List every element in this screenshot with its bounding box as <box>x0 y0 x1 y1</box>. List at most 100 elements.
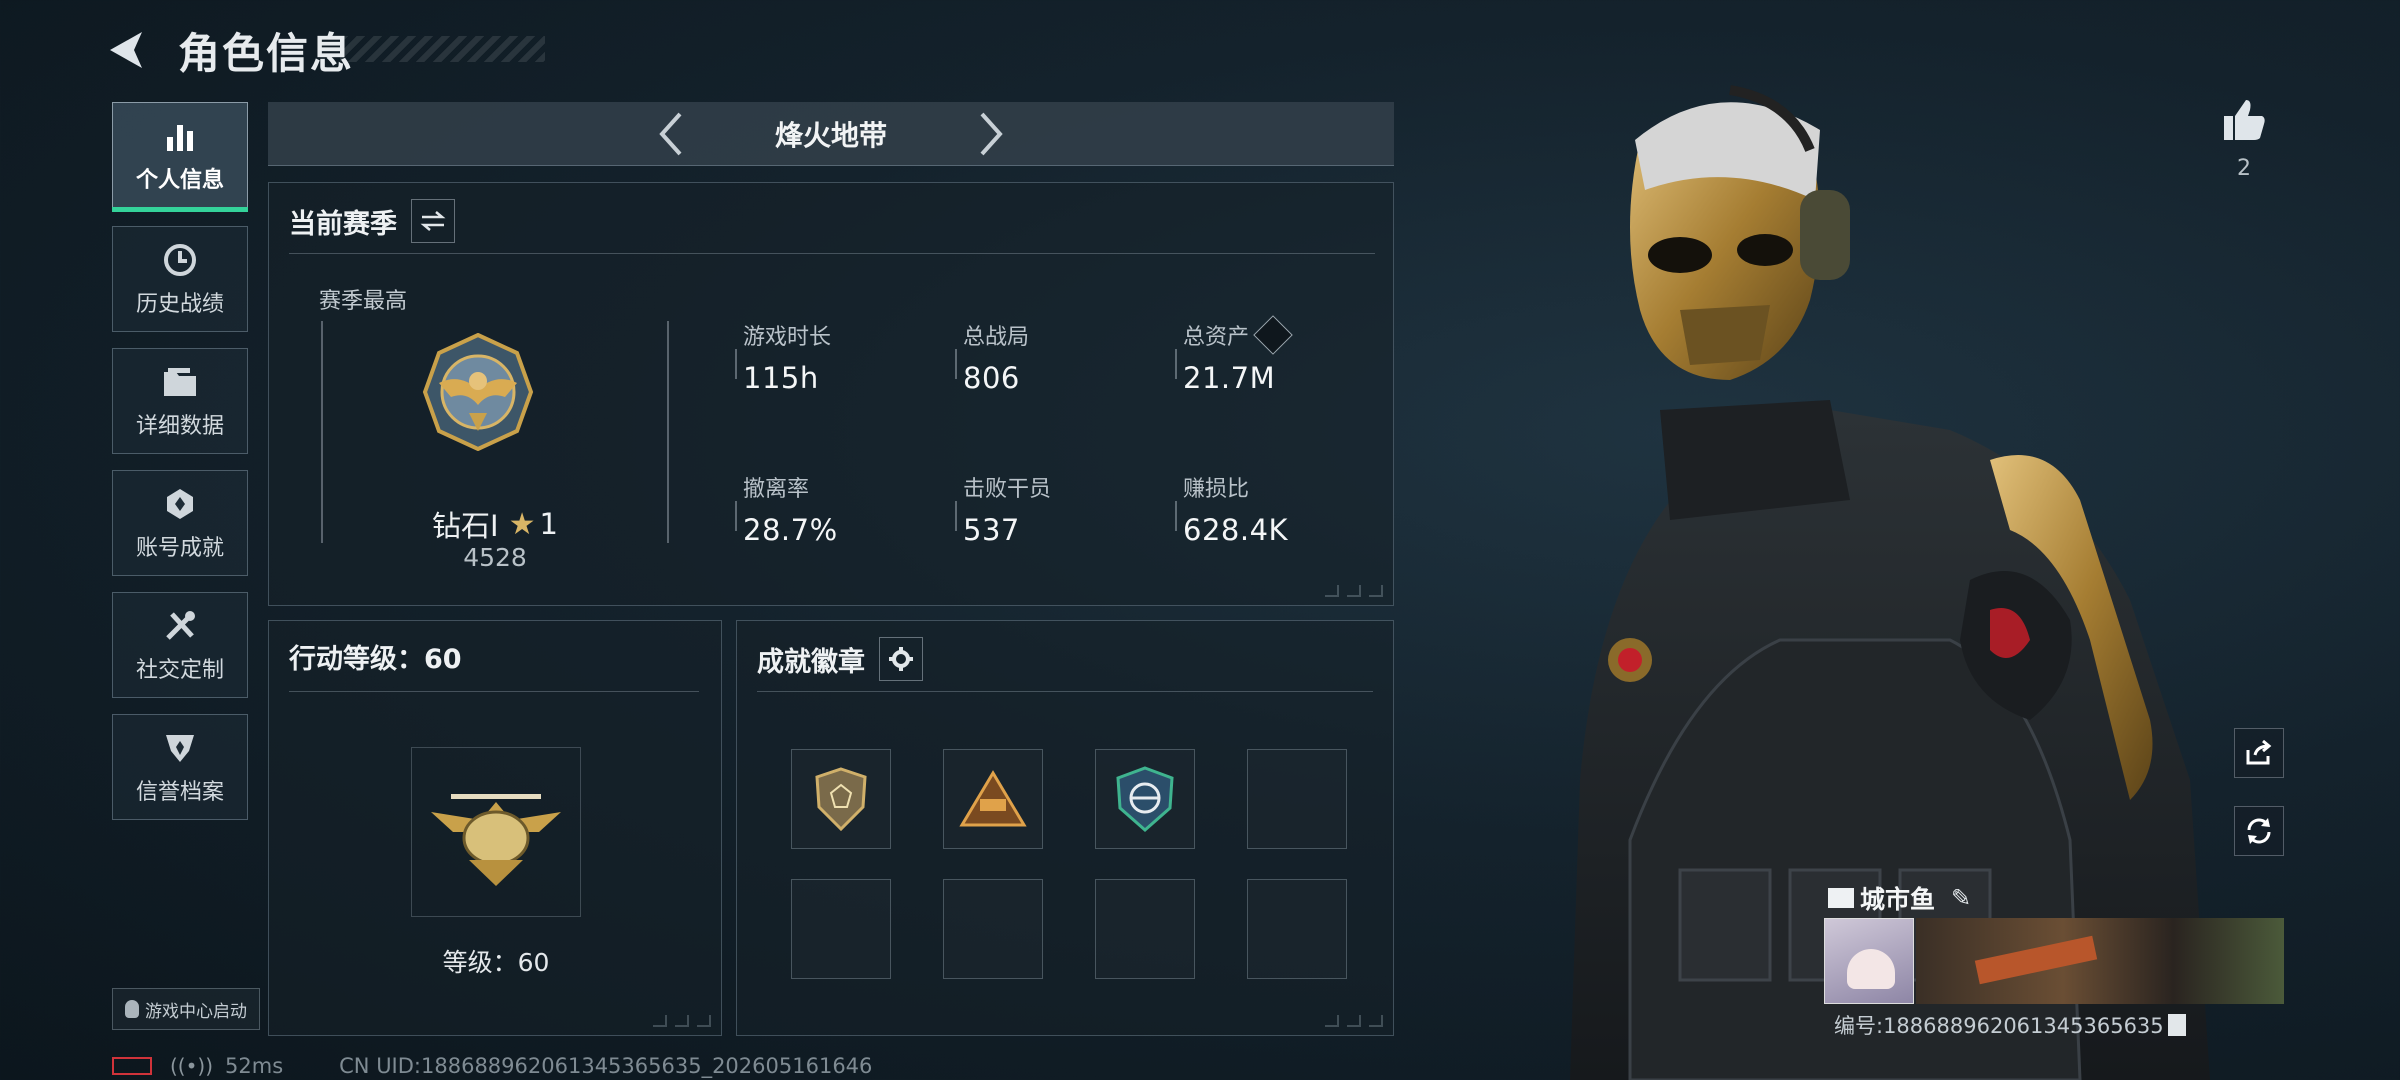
sidebar-item-label: 个人信息 <box>135 168 224 193</box>
stat-value: 28.7% <box>743 513 838 547</box>
badge-slot-empty[interactable] <box>1247 749 1347 849</box>
bar-chart-icon <box>160 116 200 156</box>
page-title: 角色信息 <box>178 28 355 78</box>
uid-text: CN UID:18868896206134536563​5_2026051616… <box>339 1054 873 1078</box>
action-level-panel: 行动等级：60 等级：60 <box>268 620 722 1036</box>
player-banner[interactable] <box>1916 918 2284 1004</box>
avatar-face <box>1847 949 1895 989</box>
badge-slot[interactable] <box>1095 749 1195 849</box>
action-level-title: 行动等级：60 <box>289 644 462 675</box>
rank-emblem-icon <box>419 332 537 455</box>
stat-value: 628.4K <box>1183 513 1289 547</box>
stat-total-matches: 总战局 806 <box>955 319 1163 395</box>
triangle-badge-icon <box>959 770 1027 827</box>
like-button[interactable]: 2 <box>2212 96 2276 181</box>
profile-name-row: 城市鱼 ✎ <box>1828 880 1971 916</box>
qq-icon <box>125 1000 139 1018</box>
back-button[interactable] <box>100 24 152 76</box>
wing-badge-icon <box>1116 766 1174 832</box>
badge-slot-empty[interactable] <box>1247 879 1347 979</box>
sidebar-item-label: 信誉档案 <box>135 780 224 805</box>
chevron-left-icon <box>659 112 682 155</box>
sidebar-item-label: 历史战绩 <box>135 292 224 317</box>
helicopter-emblem-icon <box>431 794 561 886</box>
player-id-row: 编号:18868896206134536563​5 <box>1834 1010 2186 1040</box>
corner-decoration <box>653 1015 711 1027</box>
sidebar-item-social[interactable]: 社交定制 <box>112 592 248 698</box>
stat-label: 击败干员 <box>963 477 1052 502</box>
stat-label: 游戏时长 <box>743 325 832 350</box>
battery-icon <box>112 1057 152 1075</box>
refresh-button[interactable] <box>2234 806 2284 856</box>
help-button[interactable]: ? <box>1253 315 1293 355</box>
history-icon <box>160 240 200 280</box>
achievement-icon <box>160 484 200 524</box>
season-title: 当前赛季 <box>289 208 397 240</box>
badge-slot-empty[interactable] <box>791 879 891 979</box>
thumbs-up-icon <box>2224 100 2265 140</box>
launch-label: 游戏中心启动 <box>145 1001 247 1022</box>
stat-value: 21.7M <box>1183 361 1276 395</box>
sidebar-item-history[interactable]: 历史战绩 <box>112 226 248 332</box>
badge-slot-empty[interactable] <box>1095 879 1195 979</box>
sidebar-item-reputation[interactable]: 信誉档案 <box>112 714 248 820</box>
rank-line: 钻石I ★ 1 <box>269 503 721 545</box>
shield-icon <box>160 728 200 768</box>
corner-decoration <box>1325 585 1383 597</box>
player-name: 城市鱼 <box>1860 885 1936 914</box>
season-best-label: 赛季最高 <box>319 289 408 314</box>
sidebar-item-profile[interactable]: 个人信息 <box>112 102 248 212</box>
player-avatar[interactable] <box>1824 918 1914 1004</box>
stat-value: 537 <box>963 513 1020 547</box>
copy-button[interactable] <box>2167 1014 2186 1036</box>
rank-name: 钻石I <box>432 509 499 543</box>
edit-name-button[interactable]: ✎ <box>1951 884 1971 912</box>
stat-label: 总战局 <box>963 325 1030 350</box>
stat-extract-rate: 撤离率 28.7% <box>735 471 943 547</box>
status-bar: ((•)) 52ms CN UID:18868896206134536563​5… <box>112 1054 872 1078</box>
header: 角色信息 <box>100 20 354 80</box>
share-icon <box>2246 740 2272 765</box>
tools-icon <box>160 606 200 646</box>
share-button[interactable] <box>2234 728 2284 778</box>
stat-play-time: 游戏时长 115h <box>735 319 943 395</box>
shield-badge-icon <box>815 767 867 831</box>
badge-slot[interactable] <box>791 749 891 849</box>
sidebar-item-details[interactable]: 详细数据 <box>112 348 248 454</box>
next-mode-button[interactable] <box>961 104 1021 164</box>
level-text: 等级：60 <box>442 948 550 977</box>
stat-operators-defeated: 击败干员 537 <box>955 471 1163 547</box>
prev-mode-button[interactable] <box>641 104 701 164</box>
rank-stars: 1 <box>539 507 558 541</box>
level-emblem-frame <box>411 747 581 917</box>
like-count: 2 <box>2237 156 2251 181</box>
stat-value: 806 <box>963 361 1020 395</box>
sidebar-item-label: 社交定制 <box>135 658 224 683</box>
badge-slot-empty[interactable] <box>943 879 1043 979</box>
stat-label: 撤离率 <box>743 477 810 502</box>
badge-slot[interactable] <box>943 749 1043 849</box>
mode-name: 烽火地带 <box>774 118 887 152</box>
divider <box>289 691 699 692</box>
switch-season-button[interactable] <box>411 199 455 243</box>
badge-settings-button[interactable] <box>879 637 923 681</box>
achievements-title: 成就徽章 <box>757 646 865 678</box>
stat-label: 赚损比 <box>1183 477 1250 502</box>
divider <box>289 253 1375 254</box>
star-icon: ★ <box>508 506 536 542</box>
sidebar-item-achievements[interactable]: 账号成就 <box>112 470 248 576</box>
folder-icon <box>160 362 200 402</box>
stat-label: 总资产 <box>1183 325 1250 350</box>
briefcase-icon <box>1828 888 1854 908</box>
game-center-launch-badge[interactable]: 游戏中心启动 <box>112 988 260 1030</box>
rank-points: 4528 <box>463 543 527 572</box>
ping-text: 52ms <box>225 1054 284 1078</box>
season-panel: 当前赛季 赛季最高 钻石I ★ 1 4528 游戏时长 115h 总战局 806 <box>268 182 1394 606</box>
sidebar-item-label: 账号成就 <box>135 536 224 561</box>
mode-selector: 烽火地带 <box>268 102 1394 166</box>
sidebar-item-label: 详细数据 <box>135 414 224 439</box>
chevron-right-icon <box>980 112 1003 155</box>
achievements-panel: 成就徽章 <box>736 620 1394 1036</box>
corner-decoration <box>1325 1015 1383 1027</box>
refresh-icon <box>2247 818 2271 844</box>
